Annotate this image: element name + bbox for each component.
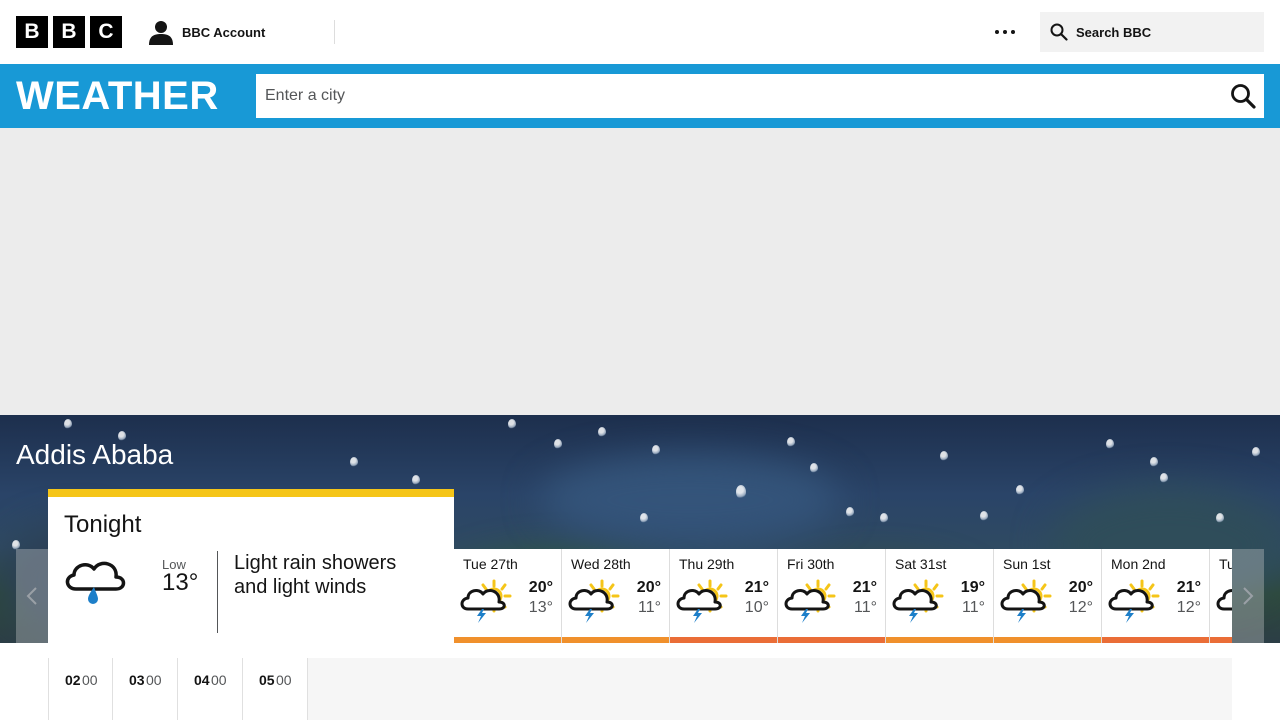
chevron-right-icon [1243, 587, 1254, 605]
hour-tab[interactable]: 05 00 [243, 658, 308, 720]
bbc-logo[interactable]: B B C [16, 16, 122, 48]
day-low-temperature: 13° [528, 599, 553, 616]
thundery-shower-icon [784, 579, 836, 623]
temperature-color-bar [670, 637, 777, 643]
day-high-temperature: 21° [744, 579, 769, 596]
light-rain-shower-night-icon [65, 553, 142, 604]
temperature-color-bar [1210, 637, 1232, 643]
forecast-day-tab[interactable]: Wed 28th 20° 11° [562, 549, 670, 643]
advert-placeholder [0, 128, 1280, 415]
day-high-temperature: 20° [1068, 579, 1093, 596]
tonight-description: Light rain showers and light winds [234, 552, 397, 598]
user-icon [149, 21, 173, 45]
carousel-prev-button[interactable] [16, 549, 48, 643]
more-menu-button[interactable] [990, 22, 1020, 42]
temperature-color-bar [778, 637, 885, 643]
weather-bar: WEATHER [0, 64, 1280, 128]
minute-label: 00 [146, 672, 162, 688]
day-label: Wed 28th [571, 556, 631, 572]
tonight-title: Tonight [64, 511, 142, 538]
forecast-day-tabs: Tue 27th 20° 13° Wed 28th 20° 11° Thu 29… [454, 549, 1232, 643]
temperature-color-bar [886, 637, 993, 643]
hour-label: 05 [259, 672, 275, 688]
thundery-shower-icon [568, 579, 620, 623]
temperature-color-bar [994, 637, 1101, 643]
forecast-day-tab[interactable]: Tue 27th 20° 13° [454, 549, 562, 643]
day-low-temperature: 10° [744, 599, 769, 616]
bbc-logo-letter: C [90, 16, 122, 48]
minute-label: 00 [276, 672, 292, 688]
ellipsis-icon [995, 30, 999, 34]
location-hero: Addis Ababa Tonight Low 13° Light rain s… [0, 415, 1280, 643]
day-low-temperature: 12° [1068, 599, 1093, 616]
global-header: B B C BBC Account Search BBC [0, 0, 1280, 64]
forecast-day-tab[interactable]: Sat 31st 19° 11° [886, 549, 994, 643]
location-search-input[interactable] [256, 74, 1216, 118]
hour-label: 02 [65, 672, 81, 688]
day-label: Sun 1st [1003, 556, 1051, 572]
forecast-day-tab[interactable]: Tu [1210, 549, 1232, 643]
tonight-card[interactable]: Tonight Low 13° Light rain showers and l… [48, 489, 454, 643]
thundery-shower-icon [1108, 579, 1160, 623]
hour-tab[interactable]: 03 00 [113, 658, 178, 720]
weather-title[interactable]: WEATHER [16, 74, 219, 118]
forecast-day-tab[interactable]: Thu 29th 21° 10° [670, 549, 778, 643]
day-low-temperature: 11° [961, 599, 985, 616]
temperature-color-bar [454, 637, 561, 643]
day-low-temperature: 11° [853, 599, 877, 616]
carousel-next-button[interactable] [1232, 549, 1264, 643]
hour-tab[interactable]: 02 00 [48, 658, 113, 720]
low-temperature: 13° [162, 569, 199, 596]
header-divider [334, 20, 335, 44]
day-low-temperature: 11° [637, 599, 661, 616]
thundery-shower-icon [1000, 579, 1052, 623]
hour-label: 03 [129, 672, 145, 688]
day-label: Tu [1219, 556, 1232, 572]
day-high-temperature: 19° [960, 579, 985, 596]
temperature-color-bar [562, 637, 669, 643]
day-high-temperature: 21° [852, 579, 877, 596]
day-low-temperature: 12° [1176, 599, 1201, 616]
day-label: Sat 31st [895, 556, 947, 572]
thundery-shower-icon [1216, 589, 1232, 611]
day-label: Mon 2nd [1111, 556, 1166, 572]
forecast-day-tab[interactable]: Sun 1st 20° 12° [994, 549, 1102, 643]
global-search-button[interactable]: Search BBC [1040, 12, 1264, 52]
forecast-day-tab[interactable]: Fri 30th 21° 11° [778, 549, 886, 643]
day-high-temperature: 21° [1176, 579, 1201, 596]
global-search-label: Search BBC [1076, 24, 1152, 40]
location-name: Addis Ababa [16, 439, 174, 470]
hourly-forecast-strip: 02 00 03 00 04 00 05 00 [48, 658, 1232, 720]
day-high-temperature: 20° [636, 579, 661, 596]
temperature-color-bar [1102, 637, 1209, 643]
thundery-shower-icon [892, 579, 944, 623]
chevron-left-icon [26, 587, 37, 605]
day-high-temperature: 20° [528, 579, 553, 596]
bbc-logo-letter: B [16, 16, 48, 48]
minute-label: 00 [82, 672, 98, 688]
search-icon[interactable] [1230, 83, 1256, 109]
search-icon [1050, 23, 1068, 41]
day-label: Tue 27th [463, 556, 518, 572]
bbc-logo-letter: B [53, 16, 85, 48]
account-label: BBC Account [182, 24, 266, 40]
location-search [256, 74, 1264, 118]
day-label: Fri 30th [787, 556, 835, 572]
tonight-divider [217, 551, 218, 633]
account-link[interactable]: BBC Account [148, 18, 265, 46]
day-label: Thu 29th [679, 556, 735, 572]
minute-label: 00 [211, 672, 227, 688]
thundery-shower-icon [460, 579, 512, 623]
thundery-shower-icon [676, 579, 728, 623]
forecast-day-tab[interactable]: Mon 2nd 21° 12° [1102, 549, 1210, 643]
hour-tab[interactable]: 04 00 [178, 658, 243, 720]
hour-label: 04 [194, 672, 210, 688]
